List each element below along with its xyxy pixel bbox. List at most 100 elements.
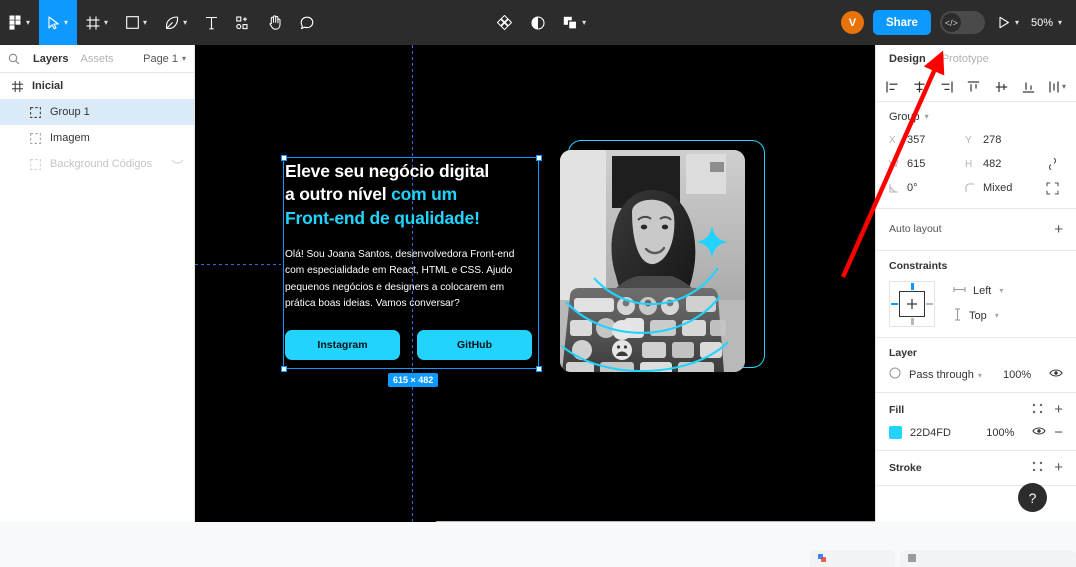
layer-row-group-1[interactable]: Group 1: [0, 99, 194, 125]
boolean-button[interactable]: ▾: [554, 0, 595, 45]
chevron-down-icon: ▾: [1014, 17, 1019, 27]
instagram-button[interactable]: Instagram: [285, 330, 400, 360]
align-bottom-icon[interactable]: [1022, 81, 1035, 93]
align-top-icon[interactable]: [967, 80, 980, 93]
github-button[interactable]: GitHub: [417, 330, 532, 360]
help-button[interactable]: ?: [1018, 483, 1047, 512]
x-field[interactable]: X 357: [889, 130, 959, 150]
figma-menu-button[interactable]: ▾: [0, 0, 39, 45]
resize-handle-bottom-right[interactable]: [535, 365, 542, 372]
fill-color-swatch[interactable]: [889, 426, 902, 439]
text-tool-button[interactable]: [196, 0, 227, 45]
link-ratio-icon[interactable]: [1041, 154, 1063, 174]
comment-tool-button[interactable]: [291, 0, 323, 45]
present-button[interactable]: ▾: [998, 16, 1019, 29]
fill-row: 22D4FD 100% −: [889, 425, 1063, 440]
group-section-header[interactable]: Group ▾: [889, 111, 1063, 123]
plus-icon[interactable]: +: [1054, 402, 1063, 417]
width-field[interactable]: W 615: [889, 154, 959, 174]
dev-mode-toggle[interactable]: </>: [939, 11, 985, 34]
code-slash-icon: </>: [941, 13, 961, 32]
tab-assets[interactable]: Assets: [80, 53, 113, 65]
constraint-marker-right: [926, 302, 933, 305]
canvas-viewport[interactable]: Eleve seu negócio digital a outro nível …: [195, 45, 875, 522]
layer-label: Group 1: [50, 106, 90, 118]
align-horizontal-center-icon[interactable]: [913, 81, 926, 93]
move-tool-button[interactable]: ▾: [39, 0, 78, 45]
right-panel-tabs: Design Prototype: [876, 45, 1076, 72]
vertical-constraint-icon: [953, 307, 962, 324]
resize-handle-bottom-left[interactable]: [280, 365, 287, 372]
tab-layers[interactable]: Layers: [33, 53, 68, 65]
resize-handle-top-right[interactable]: [535, 154, 542, 161]
plugin-button[interactable]: [488, 0, 522, 45]
avatar[interactable]: V: [840, 11, 864, 34]
play-triangle-icon: [998, 16, 1010, 29]
layers-tree: Inicial Group 1 Imagem Background Código…: [0, 73, 194, 177]
plus-icon[interactable]: +: [1054, 460, 1063, 475]
search-icon[interactable]: [8, 52, 21, 65]
design-heading: Eleve seu negócio digital a outro nível …: [285, 160, 530, 230]
components-tool-button[interactable]: [227, 0, 259, 45]
eye-icon[interactable]: [1032, 426, 1046, 439]
fill-opacity-value[interactable]: 100%: [986, 427, 1024, 439]
page-selector-label: Page 1: [143, 52, 178, 65]
align-vertical-center-icon[interactable]: [995, 81, 1008, 93]
layer-label: Imagem: [50, 132, 90, 144]
chevron-down-icon: ▾: [64, 17, 69, 27]
minus-icon[interactable]: −: [1054, 425, 1063, 440]
style-grid-icon[interactable]: [1032, 461, 1043, 475]
style-grid-icon[interactable]: [1032, 403, 1043, 417]
auto-layout-section: Auto layout +: [876, 209, 1076, 251]
hand-tool-button[interactable]: [259, 0, 291, 45]
layer-row-background-codigos[interactable]: Background Códigos: [0, 151, 194, 177]
layer-label: Inicial: [32, 80, 64, 92]
layer-row-imagem[interactable]: Imagem: [0, 125, 194, 151]
align-right-icon[interactable]: [940, 81, 953, 93]
bottom-card-1[interactable]: [810, 550, 895, 567]
eye-icon[interactable]: [1049, 368, 1063, 381]
page-selector[interactable]: Page 1 ▾: [143, 53, 186, 65]
auto-layout-label: Auto layout: [889, 223, 942, 235]
zoom-level-selector[interactable]: 50% ▾: [1031, 17, 1062, 29]
vertical-constraint-selector[interactable]: Top ▾: [953, 307, 1003, 324]
bottom-card-2[interactable]: [900, 550, 1076, 567]
frame-tool-button[interactable]: ▾: [77, 0, 117, 45]
alignment-toolbar: ▾: [876, 72, 1076, 102]
constraints-widget[interactable]: [889, 281, 935, 327]
chevron-down-icon: ▾: [26, 17, 31, 27]
components-plus-icon: [236, 15, 250, 30]
share-button[interactable]: Share: [872, 10, 931, 35]
corner-radius-field[interactable]: Mixed: [965, 178, 1035, 198]
rotation-field[interactable]: 0°: [889, 178, 959, 198]
stroke-title: Stroke: [889, 461, 922, 474]
layer-opacity-value[interactable]: 100%: [1003, 369, 1041, 381]
figma-logo-icon: [9, 15, 22, 30]
contrast-button[interactable]: [522, 0, 554, 45]
independent-corners-icon[interactable]: [1041, 178, 1063, 198]
y-field[interactable]: Y 278: [965, 130, 1035, 150]
blend-mode-value: Pass through: [909, 368, 974, 381]
tab-prototype[interactable]: Prototype: [942, 53, 989, 65]
eye-hidden-icon[interactable]: [171, 158, 184, 170]
horizontal-constraint-value: Left: [973, 284, 992, 297]
group-icon: [28, 132, 43, 144]
plus-icon[interactable]: +: [1054, 222, 1063, 237]
align-left-icon[interactable]: [886, 81, 899, 93]
distribute-icon[interactable]: ▾: [1049, 81, 1066, 93]
width-value: 615: [907, 158, 926, 170]
constraint-marker-bottom: [911, 318, 914, 325]
blend-mode-selector[interactable]: Pass through ▾: [909, 369, 995, 381]
constraint-marker-top: [911, 283, 914, 290]
design-text-block: Eleve seu negócio digital a outro nível …: [285, 160, 530, 313]
fill-hex-value[interactable]: 22D4FD: [910, 427, 978, 439]
chevron-down-icon: ▾: [183, 17, 188, 27]
shape-tool-button[interactable]: ▾: [117, 0, 156, 45]
selection-size-badge: 615 × 482: [388, 373, 439, 387]
horizontal-constraint-selector[interactable]: Left ▾: [953, 285, 1003, 297]
top-toolbar: ▾ ▾ ▾ ▾ ▾ ▾ V Share </> ▾ 50% ▾: [0, 0, 1076, 45]
layer-row-inicial[interactable]: Inicial: [0, 73, 194, 99]
height-field[interactable]: H 482: [965, 154, 1035, 174]
pen-tool-button[interactable]: ▾: [156, 0, 196, 45]
tab-design[interactable]: Design: [889, 53, 926, 65]
